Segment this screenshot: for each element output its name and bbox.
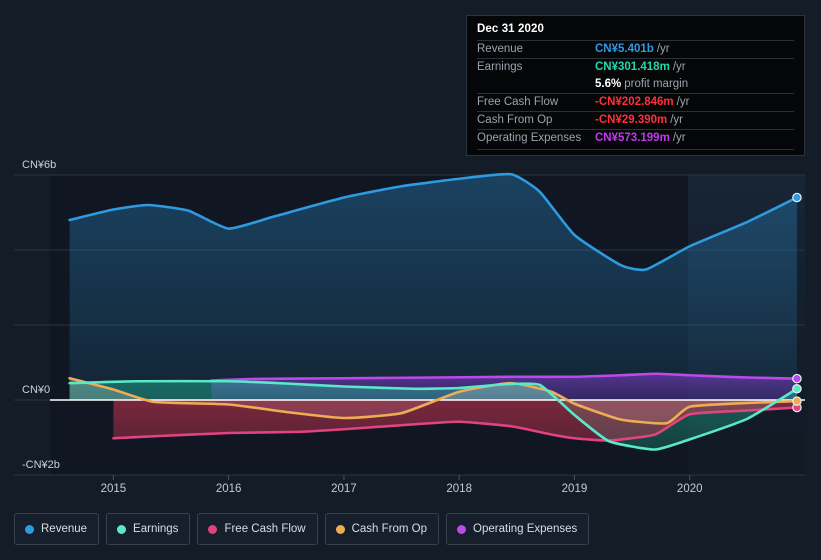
y-axis-tick-label: CN¥0: [22, 384, 51, 396]
tooltip-bottom-divider: [477, 149, 794, 151]
legend-item-label: Operating Expenses: [473, 523, 578, 535]
tooltip-row: 5.6% profit margin: [477, 76, 794, 93]
tooltip-row-value: CN¥573.199m: [595, 132, 670, 144]
chart-legend: Revenue Earnings Free Cash Flow Cash From O…: [14, 513, 590, 545]
tooltip-row-value: -CN¥202.846m: [595, 96, 674, 108]
legend-item-label: Cash From Op: [351, 523, 428, 535]
tooltip-row-label: Free Cash Flow: [477, 96, 559, 108]
tooltip-row-unit: /yr: [672, 132, 686, 144]
tooltip-row-label: Operating Expenses: [477, 132, 582, 144]
x-axis-tick-label: 2020: [676, 483, 703, 495]
tooltip-row-value: CN¥5.401b: [595, 43, 654, 55]
tooltip-rows: Revenue CN¥5.401b/yr Earnings CN¥301.418m/y…: [477, 40, 794, 147]
tooltip-row-value-wrap: CN¥301.418m/yr: [595, 61, 686, 73]
legend-item-label: Revenue: [41, 523, 88, 535]
legend-item-cash-from-op[interactable]: Cash From Op: [324, 513, 440, 545]
tooltip-row-unit: /yr: [656, 43, 670, 55]
financial-chart-screen: CN¥6b CN¥0 -CN¥2b 2015 2016 2017 2018 2019 2020…: [0, 0, 821, 560]
data-tooltip: Dec 31 2020 Revenue CN¥5.401b/yr Earnings C…: [466, 15, 805, 156]
tooltip-row-unit: /yr: [670, 114, 684, 126]
tooltip-row: Free Cash Flow -CN¥202.846m/yr: [477, 93, 794, 111]
y-axis-tick-label: -CN¥2b: [22, 459, 60, 471]
legend-item-label: Free Cash Flow: [224, 523, 306, 535]
legend-item-operating-expenses[interactable]: Operating Expenses: [446, 513, 590, 545]
x-axis-tick-label: 2019: [561, 483, 588, 495]
tooltip-row: Cash From Op -CN¥29.390m/yr: [477, 111, 794, 129]
tooltip-row-value: 5.6%: [595, 78, 622, 90]
tooltip-row-unit: /yr: [676, 96, 690, 108]
x-axis-tick-label: 2018: [446, 483, 472, 495]
tooltip-row: Revenue CN¥5.401b/yr: [477, 40, 794, 58]
tooltip-row-value-wrap: CN¥5.401b/yr: [595, 43, 670, 55]
legend-color-dot-icon: [25, 524, 34, 534]
tooltip-row-value: -CN¥29.390m: [595, 114, 668, 126]
legend-item-revenue[interactable]: Revenue: [14, 513, 100, 545]
legend-item-label: Earnings: [133, 523, 179, 535]
legend-color-dot-icon: [457, 524, 467, 534]
legend-color-dot-icon: [117, 524, 127, 534]
tooltip-row-value-wrap: 5.6% profit margin: [595, 78, 688, 90]
legend-item-earnings[interactable]: Earnings: [106, 513, 191, 545]
tooltip-row-unit: profit margin: [624, 78, 689, 90]
tooltip-row-label: Cash From Op: [477, 114, 553, 126]
tooltip-row-label: Revenue: [477, 43, 524, 55]
tooltip-row-value-wrap: CN¥573.199m/yr: [595, 132, 686, 144]
tooltip-date: Dec 31 2020: [477, 23, 544, 35]
tooltip-row-label: Earnings: [477, 61, 523, 73]
legend-item-free-cash-flow[interactable]: Free Cash Flow: [197, 513, 318, 545]
tooltip-row-value-wrap: -CN¥29.390m/yr: [595, 114, 683, 126]
x-axis-tick-label: 2015: [100, 483, 127, 495]
legend-color-dot-icon: [335, 524, 345, 534]
tooltip-row: Earnings CN¥301.418m/yr: [477, 58, 794, 76]
tooltip-row-value-wrap: -CN¥202.846m/yr: [595, 96, 689, 108]
x-axis-tick-label: 2016: [215, 483, 242, 495]
tooltip-row-value: CN¥301.418m: [595, 61, 670, 73]
x-axis-tick-label: 2017: [331, 483, 357, 495]
tooltip-row: Operating Expenses CN¥573.199m/yr: [477, 129, 794, 147]
y-axis-tick-label: CN¥6b: [22, 159, 57, 171]
legend-color-dot-icon: [208, 524, 218, 534]
tooltip-row-unit: /yr: [672, 61, 686, 73]
